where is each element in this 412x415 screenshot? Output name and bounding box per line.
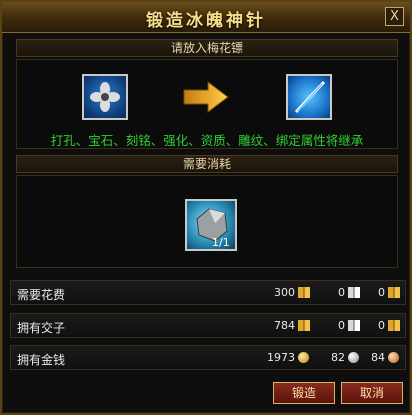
inherit-text: 打孔、宝石、刻铭、强化、资质、雕纹、绑定属性将继承 [50, 133, 364, 148]
gold-book-icon [298, 287, 310, 298]
forge-dialog: 锻造冰魄神针 X 请放入梅花镖 打孔、宝石、刻铭、强化、资质、雕纹、绑定属性将继… [0, 0, 412, 415]
cost-header: 需要消耗 [16, 155, 398, 173]
row-jiaozi-label: 拥有交子 [17, 321, 66, 335]
row-jiaozi-v2: 0 [338, 319, 345, 332]
silver-book-icon [348, 287, 360, 298]
row-money-v3: 84 [371, 351, 385, 364]
plum-dart-icon [90, 82, 120, 112]
insert-header: 请放入梅花镖 [16, 39, 398, 57]
row-cost-v3: 0 [378, 286, 385, 299]
gold-book-icon [388, 287, 400, 298]
dialog-title: 锻造冰魄神针 [146, 11, 266, 31]
row-money: 拥有金钱 1973 82 84 [10, 345, 406, 370]
silver-coin-icon [348, 352, 359, 363]
row-money-v2: 82 [331, 351, 345, 364]
copper-coin-icon [388, 352, 399, 363]
plum-dart-slot[interactable] [82, 74, 128, 120]
gold-book-icon [298, 320, 310, 331]
title-bar: 锻造冰魄神针 X [2, 2, 410, 33]
forge-button[interactable]: 锻造 [273, 382, 335, 404]
row-cost-label: 需要花费 [17, 288, 66, 302]
row-jiaozi-v3: 0 [378, 319, 385, 332]
close-icon[interactable]: X [385, 7, 404, 26]
row-cost: 需要花费 300 0 0 [10, 280, 406, 305]
row-jiaozi-v1: 784 [274, 319, 295, 332]
arrow-icon [183, 81, 229, 113]
row-money-v1: 1973 [267, 351, 295, 364]
row-cost-v2: 0 [338, 286, 345, 299]
material-count: 1/1 [212, 236, 230, 249]
silver-book-icon [348, 320, 360, 331]
ice-needle-icon [294, 80, 326, 114]
ice-needle-slot[interactable] [286, 74, 332, 120]
gold-book-icon [388, 320, 400, 331]
cancel-button[interactable]: 取消 [341, 382, 403, 404]
row-money-label: 拥有金钱 [17, 353, 66, 367]
gold-coin-icon [298, 352, 309, 363]
row-cost-v1: 300 [274, 286, 295, 299]
row-jiaozi: 拥有交子 784 0 0 [10, 313, 406, 338]
